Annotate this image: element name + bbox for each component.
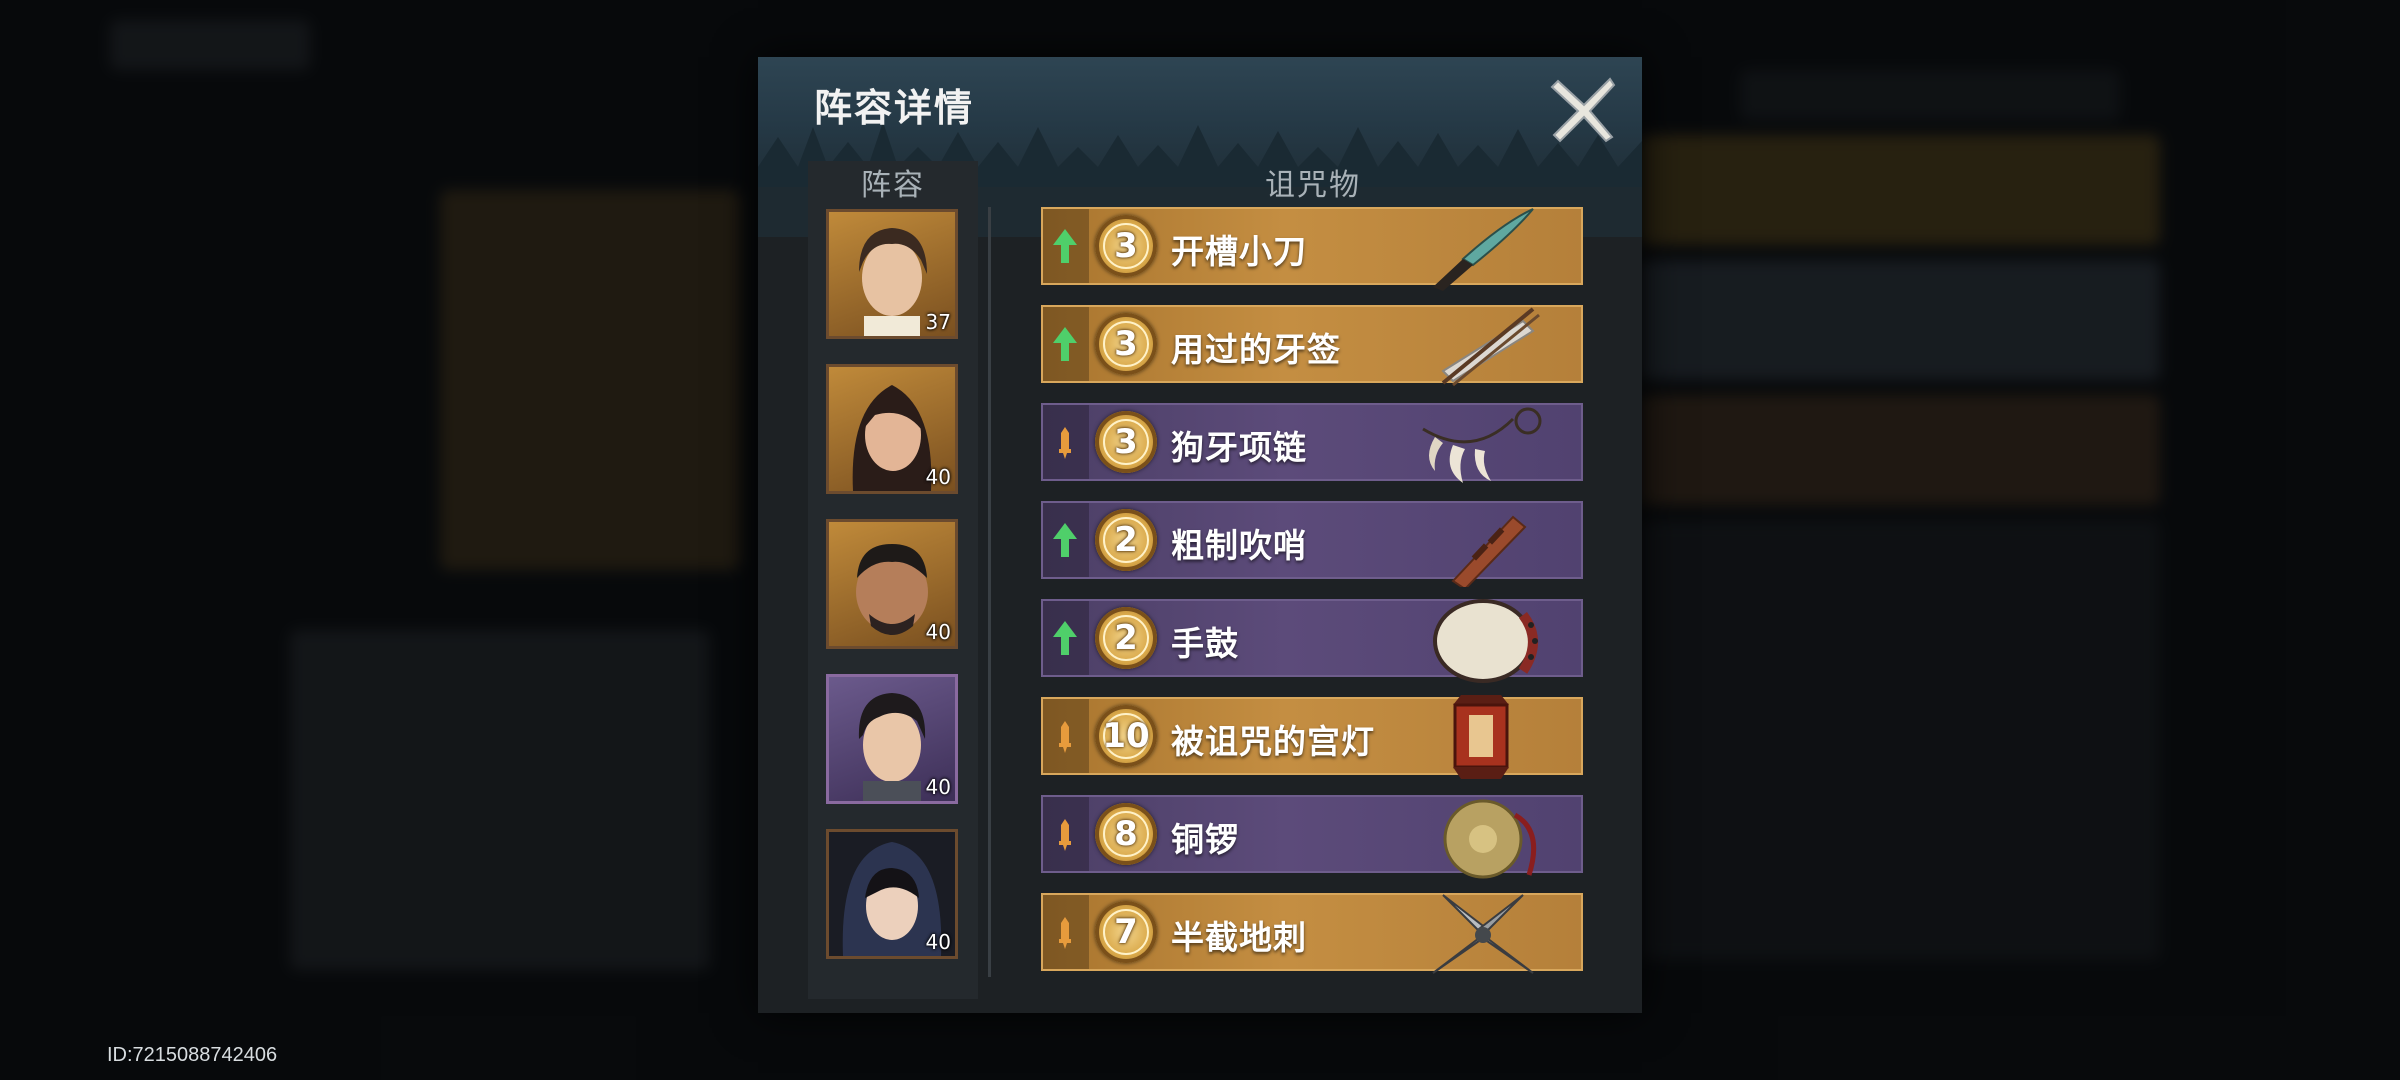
team-member-5[interactable]: 40 (826, 829, 958, 959)
item-count-badge: 2 (1095, 607, 1157, 669)
green-up-arrow-icon (1053, 327, 1077, 361)
close-button[interactable] (1544, 69, 1624, 149)
item-count-badge: 3 (1095, 313, 1157, 375)
team-member-2[interactable]: 40 (826, 364, 958, 494)
curse-item-row[interactable]: 3 狗牙项链 (1041, 403, 1583, 483)
green-up-arrow-icon (1053, 229, 1077, 263)
curse-item-row[interactable]: 10 被诅咒的宫灯 (1041, 695, 1583, 779)
palace-lantern-icon (1453, 695, 1509, 779)
curse-item-row[interactable]: 3 用过的牙签 (1041, 305, 1583, 387)
curse-column-label: 诅咒物 (1265, 168, 1361, 203)
team-member-3[interactable]: 40 (826, 519, 958, 649)
item-name: 被诅咒的宫灯 (1171, 722, 1375, 761)
caltrop-icon (1432, 894, 1534, 974)
green-up-arrow-icon (1053, 523, 1077, 557)
user-id-label: ID:7215088742406 (107, 1044, 278, 1066)
member-level: 40 (925, 775, 951, 799)
team-member-4[interactable]: 40 (826, 674, 958, 804)
item-name: 用过的牙签 (1171, 330, 1341, 369)
item-count-badge: 7 (1095, 901, 1157, 963)
team-details-dialog: 阵容详情 阵容 诅咒物 37 40 40 40 40 3 开槽小刀 3 用过的牙… (758, 57, 1642, 1013)
hand-drum-icon (1433, 599, 1538, 683)
dialog-title: 阵容详情 (814, 86, 975, 130)
item-name: 开槽小刀 (1171, 232, 1307, 271)
item-name: 粗制吹哨 (1171, 526, 1307, 565)
curse-item-row[interactable]: 3 开槽小刀 (1041, 207, 1583, 291)
green-up-arrow-icon (1053, 621, 1077, 655)
whistle-icon (1451, 515, 1527, 587)
curse-item-row[interactable]: 2 粗制吹哨 (1041, 501, 1583, 587)
member-level: 40 (925, 465, 951, 489)
item-name: 半截地刺 (1171, 918, 1307, 957)
orange-dagger-icon (1059, 917, 1071, 949)
curse-item-row[interactable]: 8 铜锣 (1041, 795, 1583, 879)
member-level: 37 (925, 310, 951, 334)
item-name: 铜锣 (1171, 820, 1239, 859)
curse-item-row[interactable]: 2 手鼓 (1041, 599, 1583, 683)
member-level: 40 (925, 930, 951, 954)
item-count-badge: 2 (1095, 509, 1157, 571)
close-x-icon (1550, 77, 1616, 143)
knife-icon (1433, 208, 1534, 291)
team-column-label: 阵容 (861, 168, 925, 203)
item-name: 狗牙项链 (1171, 428, 1307, 467)
item-count-badge: 3 (1095, 411, 1157, 473)
curse-item-row[interactable]: 7 半截地刺 (1041, 893, 1583, 974)
item-count-badge: 10 (1095, 705, 1157, 767)
item-count-badge: 8 (1095, 803, 1157, 865)
column-divider (988, 207, 991, 977)
toothpick-icon (1441, 307, 1540, 387)
orange-dagger-icon (1059, 819, 1071, 851)
orange-dagger-icon (1059, 721, 1071, 753)
item-count-badge: 3 (1095, 215, 1157, 277)
fang-necklace-icon (1422, 407, 1542, 483)
team-member-1[interactable]: 37 (826, 209, 958, 339)
orange-dagger-icon (1059, 427, 1071, 459)
member-level: 40 (925, 620, 951, 644)
item-name: 手鼓 (1171, 624, 1239, 663)
gong-icon (1443, 799, 1537, 879)
